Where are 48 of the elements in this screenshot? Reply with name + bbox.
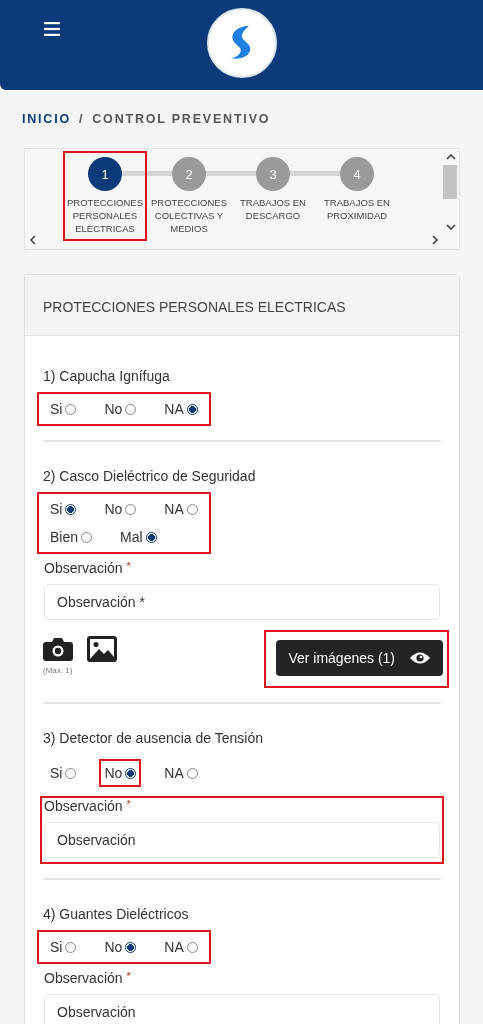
logo-icon: [206, 8, 277, 78]
chevron-up-icon[interactable]: [446, 153, 456, 161]
field-label: Observación: [44, 560, 123, 576]
step-label: TRABAJOS EN DESCARGO: [239, 196, 307, 222]
question-title: 1) Capucha Ignífuga: [43, 368, 171, 384]
camera-icon[interactable]: [43, 637, 73, 661]
observation-field[interactable]: Observación *: [44, 584, 440, 620]
radio-option[interactable]: No: [99, 497, 142, 521]
step-number[interactable]: 1: [88, 157, 122, 191]
step-label: PROTECCIONES PERSONALES ELECTRICAS: [67, 196, 143, 235]
radio-option[interactable]: NA: [159, 759, 203, 787]
scrollbar-thumb[interactable]: [443, 165, 457, 199]
radio-option[interactable]: No: [99, 397, 142, 421]
radio-option[interactable]: Si: [45, 497, 82, 521]
menu-icon[interactable]: [44, 22, 60, 36]
field-label: Observación: [44, 798, 123, 814]
radio-option[interactable]: No: [99, 935, 142, 959]
radio-option[interactable]: Si: [45, 759, 82, 787]
radio-option[interactable]: NA: [159, 497, 203, 521]
image-icon[interactable]: [87, 636, 117, 662]
radio-option[interactable]: Bien: [45, 525, 98, 549]
radio-option[interactable]: Si: [45, 935, 82, 959]
question-title: 4) Guantes Dieléctricos: [43, 906, 190, 922]
radio-option[interactable]: Mal: [115, 525, 162, 549]
observation-field[interactable]: Observación: [44, 822, 440, 858]
section-title: PROTECCIONES PERSONALES ELECTRICAS: [25, 275, 459, 336]
radio-option[interactable]: NA: [159, 397, 203, 421]
chevron-left-icon[interactable]: [29, 235, 37, 245]
radio-option[interactable]: NA: [159, 935, 203, 959]
observation-field[interactable]: Observación: [44, 994, 440, 1024]
question-title: 2) Casco Dieléctrico de Seguridad: [43, 468, 257, 484]
required-mark: *: [126, 798, 131, 810]
step-label: PROTECCIONES COLECTIVAS Y MEDIOS: [151, 196, 227, 235]
breadcrumb-separator: /: [79, 112, 85, 126]
step-label: TRABAJOS EN PROXIMIDAD: [323, 196, 391, 222]
view-images-button[interactable]: Ver imágenes (1): [276, 640, 443, 676]
breadcrumb-link[interactable]: INICIO: [22, 112, 71, 126]
chevron-down-icon[interactable]: [446, 223, 456, 231]
max-note: (Max. 1): [43, 666, 74, 675]
eye-icon: [409, 651, 431, 665]
field-label: Observación: [44, 970, 123, 986]
page-title: CONTROL PREVENTIVO: [92, 112, 271, 126]
required-mark: *: [126, 970, 131, 982]
radio-option[interactable]: Si: [45, 397, 82, 421]
radio-option[interactable]: No: [99, 759, 142, 787]
question-title: 3) Detector de ausencia de Tensión: [43, 730, 264, 746]
required-mark: *: [126, 560, 131, 572]
chevron-right-icon[interactable]: [431, 235, 439, 245]
